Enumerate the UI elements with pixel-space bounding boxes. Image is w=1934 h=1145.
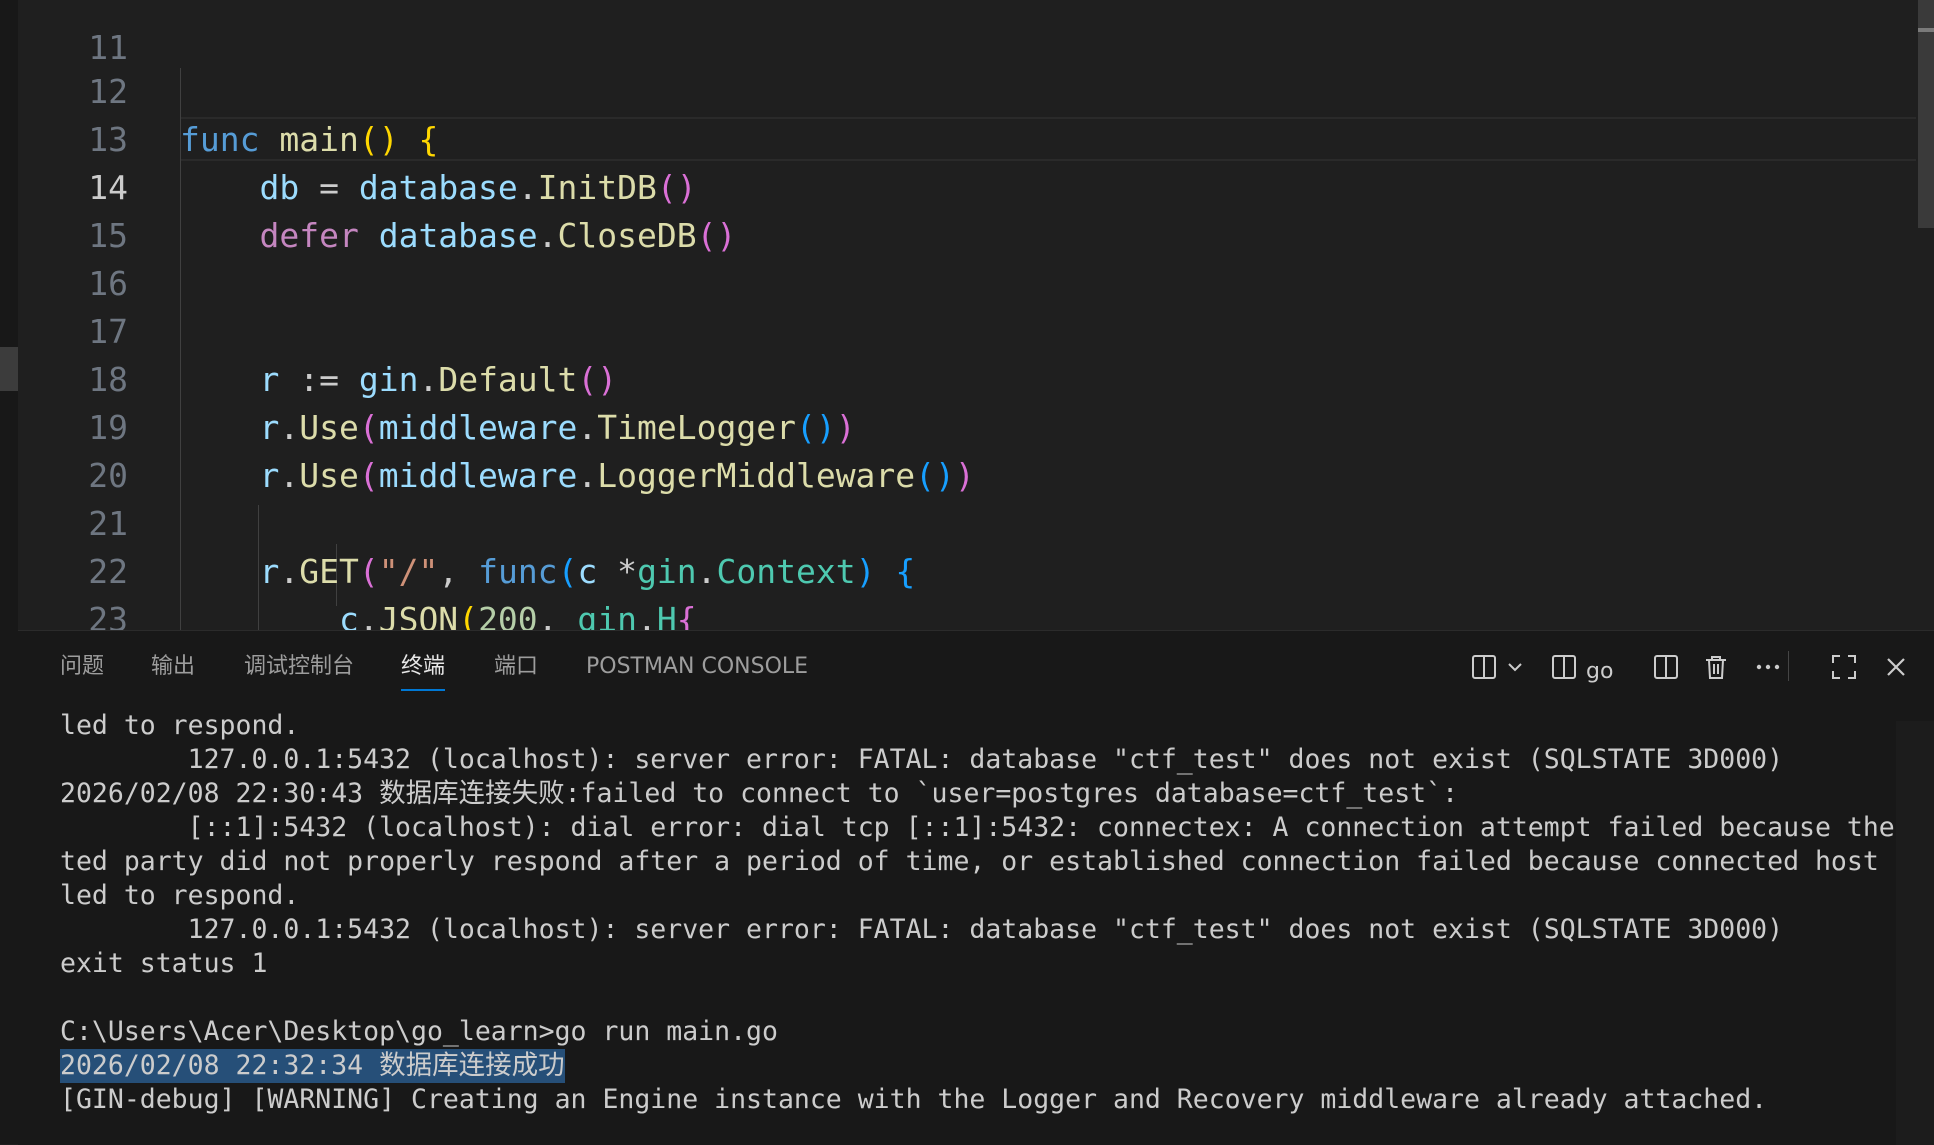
code-line: 20	[18, 404, 1918, 495]
code-editor[interactable]: 11 12 func main() { 13 db = database.Ini…	[18, 0, 1934, 630]
terminal-line: led to respond.	[60, 710, 300, 741]
split-editor-icon	[1654, 655, 1678, 679]
terminal-profile-label: go	[1586, 658, 1614, 684]
kill-terminal-button[interactable]	[1702, 653, 1730, 681]
tab-ports[interactable]: 端口	[494, 653, 538, 681]
terminal-line: 2026/02/08 22:30:43 数据库连接失败:failed to co…	[60, 778, 1459, 809]
code-line: 19 r.Use(middleware.LoggerMiddleware())	[18, 356, 1918, 495]
code-line: 12 func main() {	[18, 20, 1918, 159]
terminal-line: 127.0.0.1:5432 (localhost): server error…	[60, 914, 1784, 945]
more-actions-button[interactable]	[1754, 653, 1782, 681]
trash-icon	[1706, 656, 1726, 679]
terminal-line: ted party did not properly respond after…	[60, 846, 1898, 877]
code-line: 13 db = database.InitDB()	[18, 68, 1918, 207]
panel-tabs: 问题 输出 调试控制台 终端 端口 POSTMAN CONSOLE go	[18, 631, 1934, 699]
terminal-scrollbar[interactable]	[1896, 721, 1934, 1145]
close-panel-button[interactable]	[1882, 653, 1910, 681]
editor-scrollbar[interactable]	[1916, 0, 1934, 630]
terminal-line: [GIN-debug] [WARNING] Creating an Engine…	[60, 1084, 1768, 1115]
code-line: 16	[18, 212, 1918, 303]
chevron-down-icon[interactable]	[1504, 656, 1526, 678]
tab-output[interactable]: 输出	[151, 653, 195, 681]
terminal-line: exit status 1	[60, 948, 268, 979]
activity-bar-indicator	[0, 347, 18, 391]
terminal-line: [::1]:5432 (localhost): dial error: dial…	[60, 812, 1898, 843]
new-terminal-split-icon	[1472, 655, 1496, 679]
close-icon	[1887, 658, 1905, 676]
tab-postman-console[interactable]: POSTMAN CONSOLE	[586, 653, 808, 681]
new-terminal-split-button[interactable]	[1470, 653, 1526, 681]
maximize-panel-button[interactable]	[1830, 653, 1858, 681]
code-line: 18 r.Use(middleware.TimeLogger())	[18, 308, 1918, 447]
code-line: 14 defer database.CloseDB()	[18, 116, 1918, 255]
terminal-output[interactable]: led to respond. 127.0.0.1:5432 (localhos…	[18, 701, 1898, 1145]
code-line: 21 r.GET("/", func(c *gin.Context) {	[18, 452, 1918, 591]
terminal-line: led to respond.	[60, 880, 300, 911]
code-line: 22 c.JSON(200, gin.H{	[18, 500, 1918, 630]
tab-problems[interactable]: 问题	[60, 653, 104, 681]
code-line: 17 r := gin.Default()	[18, 260, 1918, 399]
scrollbar-thumb[interactable]	[1918, 0, 1934, 228]
toolbar-separator	[1788, 651, 1789, 681]
terminal-line: C:\Users\Acer\Desktop\go_learn>go run ma…	[60, 1016, 778, 1047]
bottom-panel: 问题 输出 调试控制台 终端 端口 POSTMAN CONSOLE go led…	[18, 630, 1934, 1145]
split-editor-button[interactable]	[1652, 653, 1680, 681]
scrollbar-cursor-marker	[1918, 28, 1934, 32]
maximize-panel-icon	[1832, 655, 1856, 679]
terminal-line-selected: 2026/02/08 22:32:34 数据库连接成功	[60, 1049, 565, 1083]
terminal-line: 127.0.0.1:5432 (localhost): server error…	[60, 744, 1784, 775]
tab-debug-console[interactable]: 调试控制台	[244, 653, 354, 681]
terminal-profile-selector[interactable]: go	[1550, 653, 1614, 684]
code-line: 24 })	[18, 596, 1918, 630]
code-line: 15	[18, 164, 1918, 255]
tab-terminal[interactable]: 终端	[401, 653, 446, 691]
code-line: 23 "message": "Hello, World",	[18, 548, 1918, 630]
activity-bar-edge	[0, 0, 18, 1144]
more-actions-icon	[1756, 664, 1780, 670]
split-terminal-icon	[1552, 655, 1576, 679]
